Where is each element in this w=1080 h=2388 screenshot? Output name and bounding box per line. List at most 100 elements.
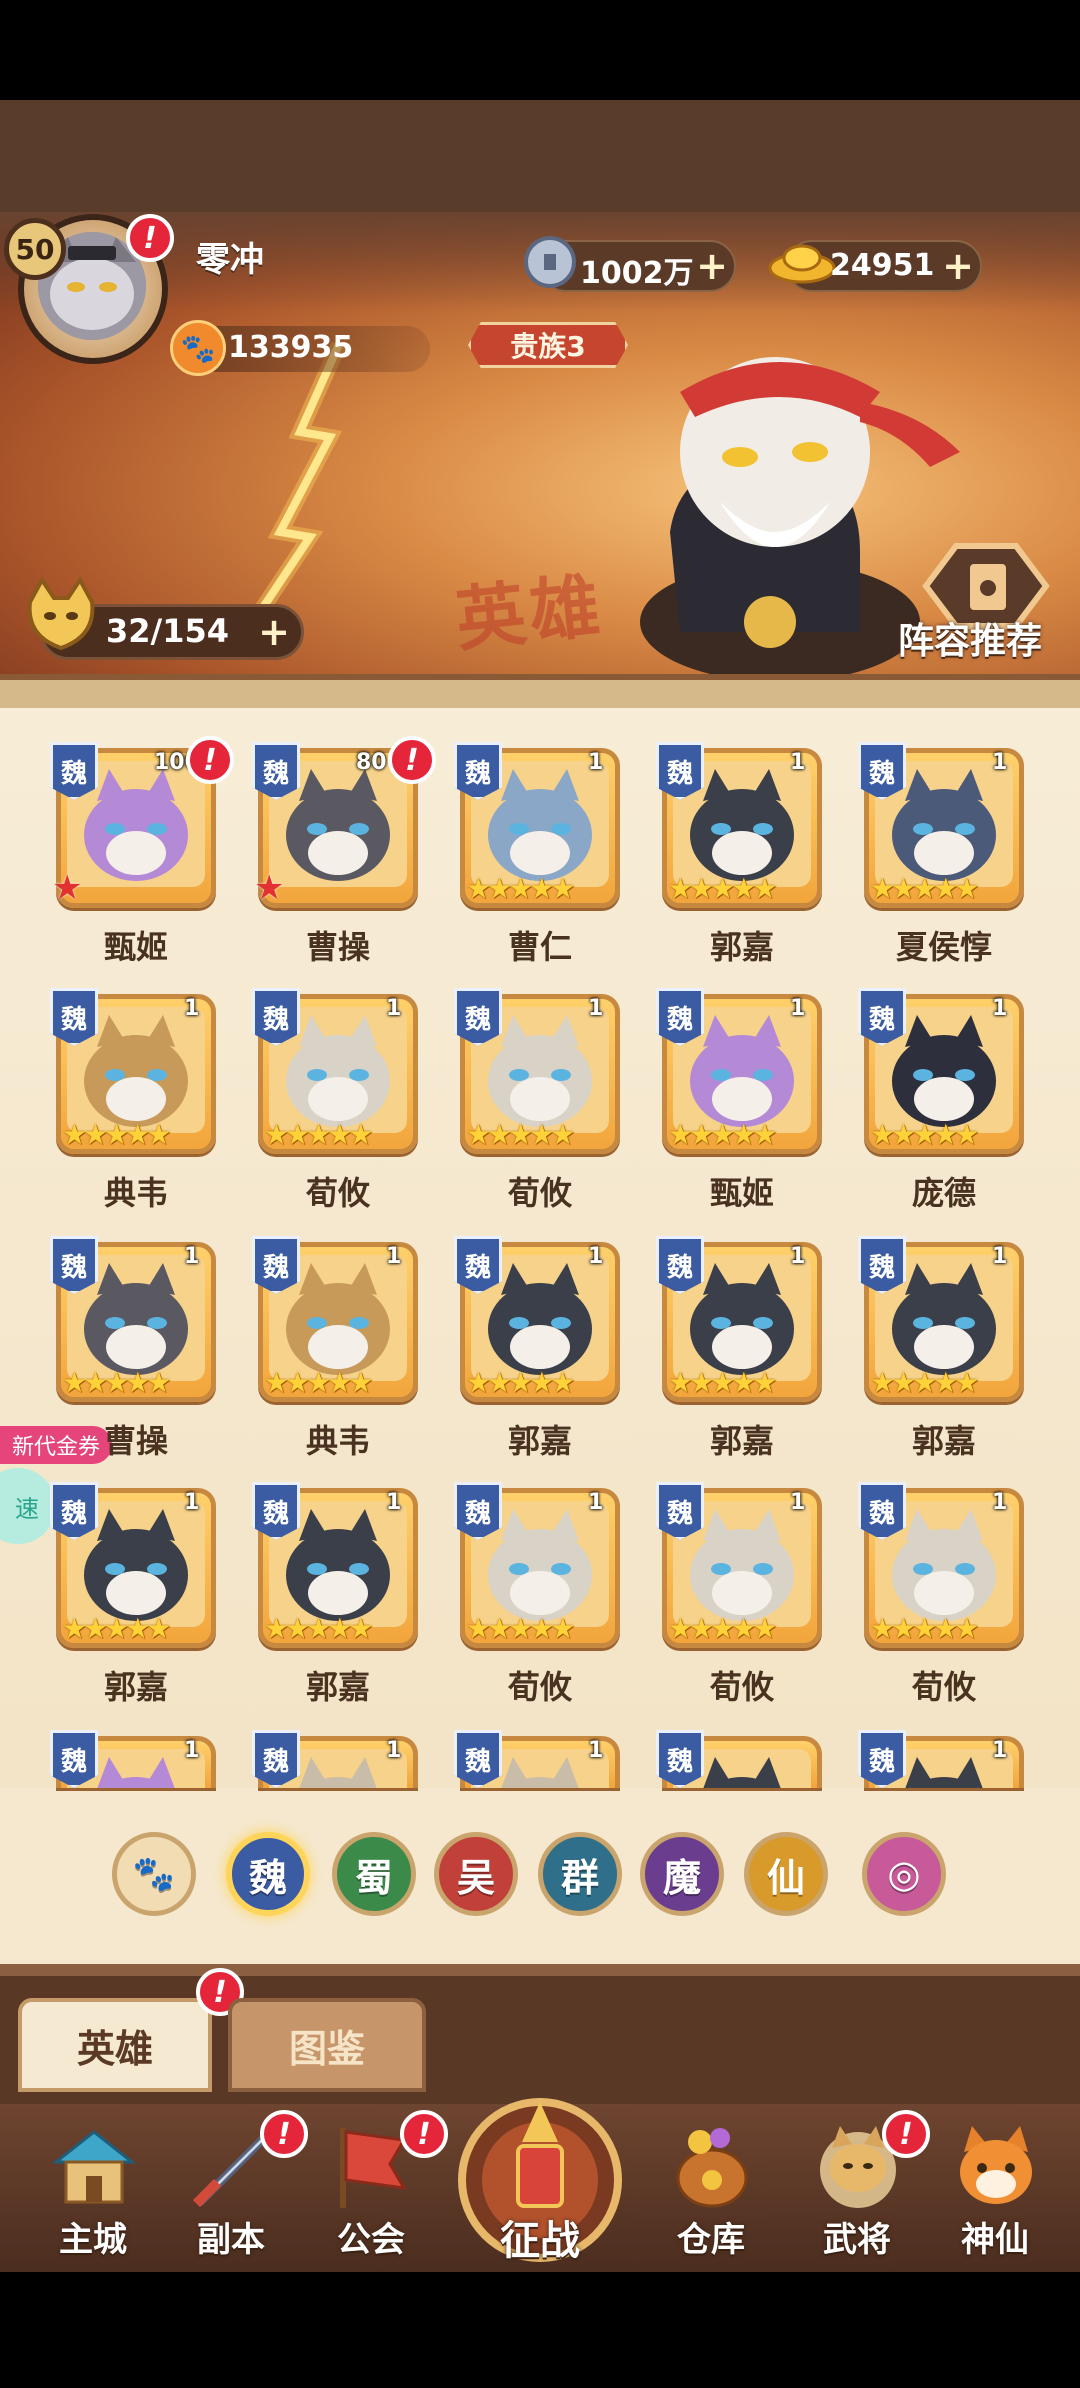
hero-name: 荀攸 [507, 1174, 572, 1212]
tab-codex[interactable]: 图鉴 [228, 1998, 426, 2092]
lightning-art [233, 342, 348, 642]
hero-stars: ★★★★★ [668, 872, 777, 905]
noble-rank-badge[interactable]: 贵族3 [468, 322, 628, 368]
hero-stars: ★★★★★ [668, 1366, 777, 1399]
nav-guild-label: 公会 [337, 2220, 405, 2260]
faction-filter-xian[interactable]: 仙 [744, 1832, 828, 1916]
nav-warehouse[interactable]: 仓库 [636, 2110, 786, 2270]
avatar-alert-icon: ! [126, 214, 174, 262]
nav-main-city-label: 主城 [59, 2220, 127, 2260]
hero-level: 1 [588, 750, 604, 775]
hero-name: 曹仁 [507, 928, 572, 966]
faction-filter-wei[interactable]: 魏 [226, 1832, 310, 1916]
faction-filter-wu[interactable]: 吴 [434, 1832, 518, 1916]
hero-name: 甄姬 [709, 1174, 774, 1212]
hero-level: 1 [790, 1490, 806, 1515]
nav-deity[interactable]: 神仙 [920, 2110, 1070, 2270]
combat-power: 133935 [228, 330, 354, 365]
hero-stars: ★★★★★ [668, 1118, 777, 1151]
hero-level: 1 [184, 1490, 200, 1515]
hero-stars: ★★★★★ [870, 1118, 979, 1151]
system-nav-area [0, 2272, 1080, 2388]
hero-name: 郭嘉 [507, 1422, 572, 1460]
hero-name: 夏侯惇 [895, 928, 992, 966]
hero-name: 郭嘉 [709, 928, 774, 966]
hero-stars: ★★★★★ [870, 1366, 979, 1399]
tab-heroes[interactable]: 英雄 [18, 1998, 212, 2092]
hero-level: 1 [588, 996, 604, 1021]
hero-stars: ★★★★★ [466, 1118, 575, 1151]
faction-filter-shu[interactable]: 蜀 [332, 1832, 416, 1916]
coin-icon [524, 236, 576, 288]
add-gold-button[interactable]: + [938, 244, 978, 288]
castle-icon [51, 2130, 137, 2204]
player-level-badge: 50 [4, 218, 66, 280]
hero-stars: ★★★★★ [62, 1366, 171, 1399]
hero-name: 庞德 [911, 1174, 976, 1212]
nav-dungeon[interactable]: 副本 ! [156, 2110, 308, 2270]
nav-guild[interactable]: 公会 ! [296, 2110, 448, 2270]
faction-filter-mo[interactable]: 魔 [640, 1832, 724, 1916]
lineup-recommend-button[interactable]: 阵容推荐 [898, 612, 1042, 664]
hero-level: 1 [992, 1490, 1008, 1515]
hero-name: 荀攸 [911, 1668, 976, 1706]
hero-level: 1 [992, 996, 1008, 1021]
hero-mask-icon [27, 576, 95, 651]
hero-level: 1 [588, 1490, 604, 1515]
nav-deity-label: 神仙 [961, 2220, 1029, 2260]
hero-stars: ★★★★★ [466, 1612, 575, 1645]
hero-stars: ★★★★★ [264, 1612, 373, 1645]
hero-name: 郭嘉 [709, 1422, 774, 1460]
hero-level: 1 [790, 1244, 806, 1269]
hero-level: 1 [992, 750, 1008, 775]
hero-level: 1 [386, 1738, 402, 1763]
hero-stars: ★★★★★ [668, 1612, 777, 1645]
gold-ingot-icon [768, 244, 836, 284]
hero-stars: ★★★★★ [466, 1366, 575, 1399]
gold-value: 24951 [830, 248, 935, 283]
hero-level: 1 [386, 1244, 402, 1269]
hero-level: 1 [184, 996, 200, 1021]
hero-stars: ★★★★★ [870, 872, 979, 905]
hero-alert-icon: ! [186, 736, 234, 784]
treasure-bag-icon [676, 2128, 748, 2208]
nav-battle-label: 征战 [500, 2218, 580, 2264]
hero-stars: ★★★★★ [264, 1366, 373, 1399]
coins-value: 1002万 [580, 256, 694, 291]
hero-name: 荀攸 [709, 1668, 774, 1706]
hero-level: 1 [992, 1738, 1008, 1763]
hero-level: 1 [588, 1244, 604, 1269]
nav-battle[interactable]: 征战 [448, 2072, 632, 2272]
nav-main-city[interactable]: 主城 [18, 2110, 168, 2270]
banner-watermark: 英雄 [451, 563, 608, 662]
nav-guild-alert-icon: ! [400, 2110, 448, 2158]
faction-filter-special[interactable]: ◎ [862, 1832, 946, 1916]
hero-alert-icon: ! [388, 736, 436, 784]
hero-level: 80 [356, 750, 387, 775]
hero-level: 1 [992, 1244, 1008, 1269]
hero-level: 1 [790, 996, 806, 1021]
hero-level: 1 [790, 750, 806, 775]
hero-level: 1 [588, 1738, 604, 1763]
hero-stars: ★★★★★ [466, 872, 575, 905]
hero-name: 郭嘉 [305, 1668, 370, 1706]
add-hero-slots-button[interactable]: + [254, 610, 294, 654]
hero-level: 1 [386, 1490, 402, 1515]
hero-level: 1 [184, 1244, 200, 1269]
hero-name: 郭嘉 [103, 1668, 168, 1706]
hero-name: 甄姬 [103, 928, 168, 966]
nav-warehouse-label: 仓库 [677, 2220, 745, 2260]
top-strip [0, 100, 1080, 212]
faction-filter-all[interactable]: 🐾 [112, 1832, 196, 1916]
player-name: 零冲 [196, 240, 264, 280]
hero-level: 1 [386, 996, 402, 1021]
hero-level: 1 [184, 1738, 200, 1763]
hero-name: 荀攸 [305, 1174, 370, 1212]
hero-name: 典韦 [103, 1174, 168, 1212]
add-coins-button[interactable]: + [692, 244, 732, 288]
hero-name: 曹操 [103, 1422, 168, 1460]
nav-generals[interactable]: 武将 ! [782, 2110, 932, 2270]
hero-count: 32/154 [106, 612, 230, 650]
faction-filter-qun[interactable]: 群 [538, 1832, 622, 1916]
nav-dungeon-label: 副本 [197, 2220, 265, 2260]
